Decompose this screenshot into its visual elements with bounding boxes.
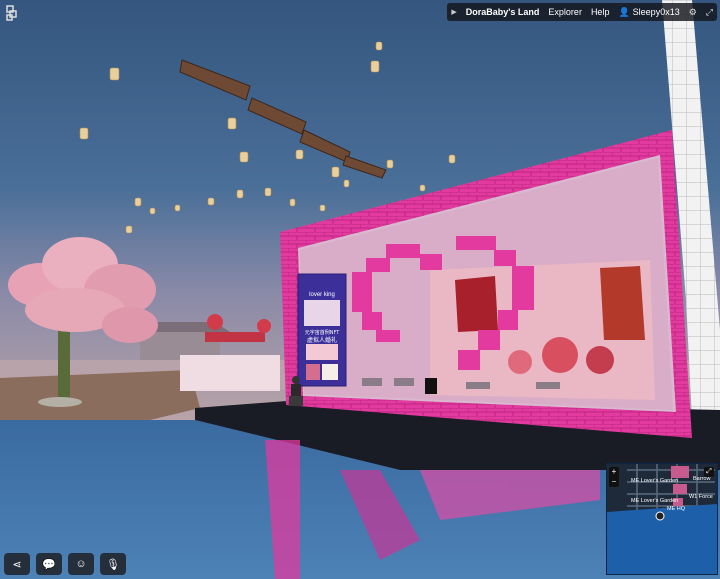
top-navigation-bar: ▶ DoraBaby's Land Explorer Help 👤 Sleepy… [447, 3, 717, 21]
minimap-label: Barrow [693, 476, 711, 482]
user-menu[interactable]: 👤 Sleepy0x13 [618, 7, 679, 18]
minimap[interactable]: + − ⤢ ME Lover's Garden ME Lover's Garden… [606, 463, 718, 575]
explorer-link[interactable]: Explorer [548, 7, 582, 17]
microphone-muted-icon: 🎙 [106, 558, 120, 571]
help-link[interactable]: Help [591, 7, 610, 17]
minimap-label: ME Lover's Garden [631, 498, 679, 504]
bottom-toolbar: ⋖ 💬 ☺ 🎙 [4, 553, 126, 575]
land-name[interactable]: DoraBaby's Land [466, 7, 540, 17]
settings-sliders-icon[interactable]: ⚙ [689, 7, 697, 18]
chat-bubble-icon: 💬 [42, 558, 56, 571]
poster-line-1: lover king [309, 292, 335, 298]
poster-line-3: 虚拟人婚礼 [307, 336, 337, 344]
minimap-label: ME Lover's Garden [631, 478, 679, 484]
share-button[interactable]: ⋖ [4, 553, 30, 575]
user-icon: 👤 [618, 6, 630, 17]
username: Sleepy0x13 [632, 7, 680, 17]
chat-button[interactable]: 💬 [36, 553, 62, 575]
entrance-sign [425, 378, 437, 394]
minimap-label: ME HQ [667, 506, 686, 512]
decentraland-logo-icon[interactable] [6, 5, 20, 21]
share-icon: ⋖ [12, 558, 22, 571]
emote-button[interactable]: ☺ [68, 553, 94, 575]
poster-line-2: 元宇宙首例NFT [305, 329, 341, 336]
minimap-zoom-controls[interactable]: + − [609, 467, 619, 487]
voice-button[interactable]: 🎙 [100, 553, 126, 575]
fullscreen-icon[interactable]: ⤢ [706, 7, 713, 18]
smiley-icon: ☺ [75, 558, 87, 570]
expand-caret-icon[interactable]: ▶ [451, 8, 456, 16]
minimap-label: W1 Force [689, 494, 713, 500]
